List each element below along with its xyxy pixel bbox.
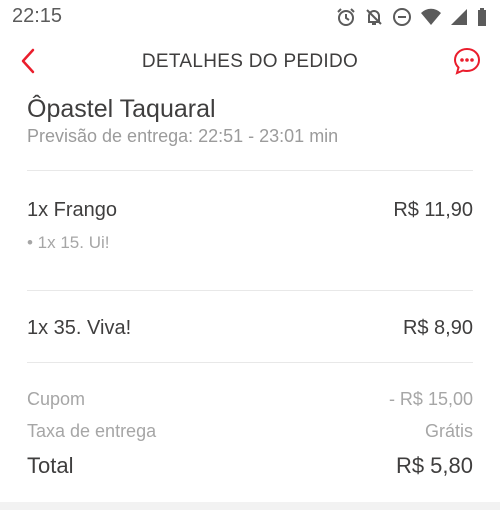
total-value: R$ 5,80 bbox=[395, 453, 473, 478]
delivery-fee-label: Taxa de entrega bbox=[27, 421, 157, 441]
status-time: 22:15 bbox=[12, 5, 63, 27]
divider bbox=[27, 170, 473, 171]
page-title: DETALHES DO PEDIDO bbox=[141, 51, 359, 72]
item-price: R$ 11,90 bbox=[393, 199, 473, 221]
total-label: Total bbox=[27, 453, 74, 478]
item-price: R$ 8,90 bbox=[402, 317, 473, 339]
bottom-band bbox=[0, 502, 500, 510]
item-subitem: • 1x 15. Ui! bbox=[27, 233, 110, 252]
notifications-off-icon bbox=[364, 7, 384, 27]
delivery-estimate: Previsão de entrega: 22:51 - 23:01 min bbox=[27, 126, 339, 146]
delivery-fee-value: Grátis bbox=[424, 421, 473, 441]
signal-icon bbox=[450, 7, 468, 27]
divider bbox=[27, 290, 473, 291]
alarm-icon bbox=[336, 7, 356, 27]
chat-button[interactable] bbox=[452, 46, 482, 76]
battery-icon bbox=[476, 7, 488, 27]
coupon-label: Cupom bbox=[27, 389, 86, 409]
status-icons bbox=[336, 7, 488, 27]
wifi-icon bbox=[420, 7, 442, 27]
do-not-disturb-icon bbox=[392, 7, 412, 27]
item-name: 1x 35. Viva! bbox=[27, 317, 132, 339]
status-bar: 22:15 bbox=[0, 0, 500, 36]
chat-bubble-icon bbox=[453, 47, 481, 75]
coupon-value: - R$ 15,00 bbox=[388, 389, 473, 409]
store-name: Ôpastel Taquaral bbox=[27, 95, 216, 123]
item-name: 1x Frango bbox=[27, 199, 118, 221]
app-header: DETALHES DO PEDIDO bbox=[0, 36, 500, 88]
divider bbox=[27, 362, 473, 363]
